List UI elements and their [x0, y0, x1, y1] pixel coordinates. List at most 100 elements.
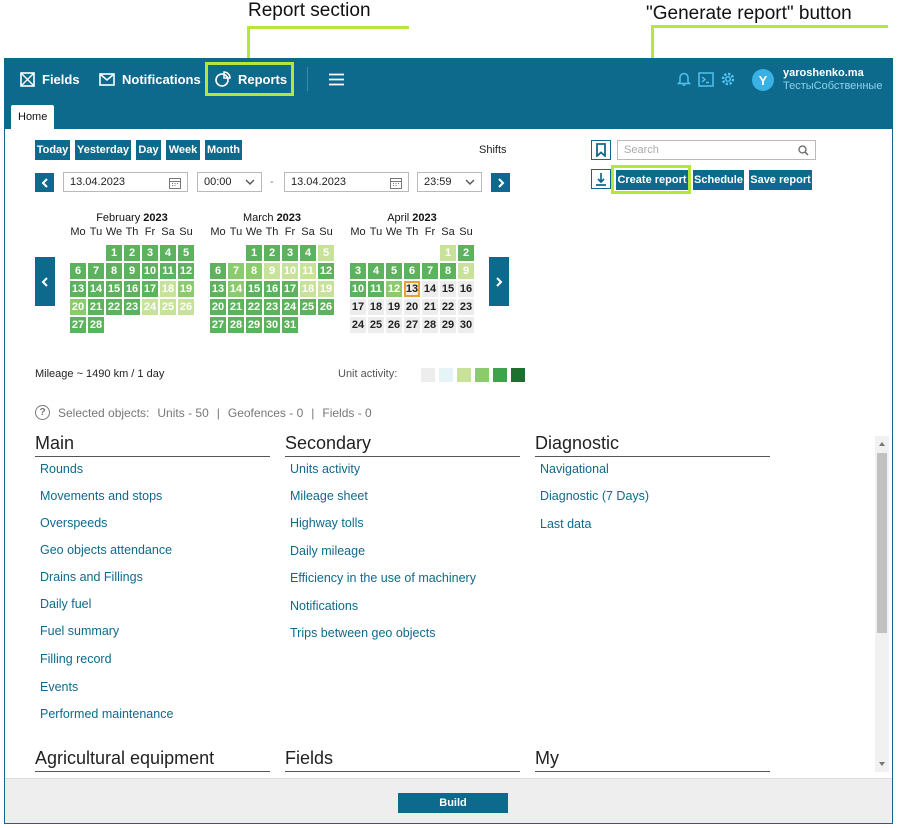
scroll-thumb[interactable]	[877, 453, 887, 633]
day-button[interactable]: Day	[136, 140, 161, 160]
report-link[interactable]: Daily mileage	[290, 544, 365, 558]
calendar-day[interactable]: 4	[300, 245, 316, 261]
report-link[interactable]: Performed maintenance	[40, 707, 173, 721]
calendar-day[interactable]: 30	[264, 317, 280, 333]
calendar-day[interactable]: 28	[228, 317, 244, 333]
report-link[interactable]: Events	[40, 680, 78, 694]
report-link[interactable]: Geo objects attendance	[40, 543, 172, 557]
calendar-day[interactable]: 12	[386, 281, 402, 297]
calendar-day[interactable]: 26	[178, 299, 194, 315]
calendar-day[interactable]: 3	[282, 245, 298, 261]
calendar-day[interactable]: 16	[264, 281, 280, 297]
calendar-day[interactable]: 16	[124, 281, 140, 297]
month-button[interactable]: Month	[205, 140, 242, 160]
calendar-day[interactable]: 4	[160, 245, 176, 261]
report-link[interactable]: Last data	[540, 517, 591, 531]
tab-home[interactable]: Home	[11, 105, 55, 129]
calendar-day[interactable]: 20	[404, 299, 420, 315]
calendar-day[interactable]: 22	[246, 299, 262, 315]
calendar-day[interactable]: 10	[350, 281, 366, 297]
calendar-day[interactable]: 31	[282, 317, 298, 333]
selected-units[interactable]: Units - 50	[157, 406, 208, 420]
report-link[interactable]: Units activity	[290, 462, 360, 476]
week-button[interactable]: Week	[166, 140, 200, 160]
report-link[interactable]: Daily fuel	[40, 597, 91, 611]
calendar-day[interactable]: 18	[300, 281, 316, 297]
calendar-day[interactable]: 8	[440, 263, 456, 279]
report-link[interactable]: Efficiency in the use of machinery	[290, 571, 476, 585]
calendar-day[interactable]: 17	[350, 299, 366, 315]
calendar-day[interactable]: 24	[350, 317, 366, 333]
calendar-day[interactable]: 19	[318, 281, 334, 297]
calendar-day[interactable]: 27	[210, 317, 226, 333]
calendar-day[interactable]: 7	[88, 263, 104, 279]
calendar-day[interactable]: 9	[264, 263, 280, 279]
calendar-day[interactable]: 11	[300, 263, 316, 279]
calendar-day[interactable]: 4	[368, 263, 384, 279]
calendar-day[interactable]: 21	[228, 299, 244, 315]
calendar-day[interactable]: 29	[440, 317, 456, 333]
calendar-day[interactable]: 30	[458, 317, 474, 333]
help-icon[interactable]: ?	[35, 405, 50, 420]
calendar-day[interactable]: 14	[88, 281, 104, 297]
calendar-day[interactable]: 8	[106, 263, 122, 279]
calendar-day[interactable]: 5	[318, 245, 334, 261]
calendar-day[interactable]: 14	[422, 281, 438, 297]
calendar-day[interactable]: 24	[282, 299, 298, 315]
shifts-link[interactable]: Shifts	[479, 144, 507, 156]
calendar-day[interactable]: 8	[246, 263, 262, 279]
calendar-day[interactable]: 13	[404, 281, 420, 297]
calendar-day[interactable]: 27	[70, 317, 86, 333]
report-link[interactable]: Notifications	[290, 599, 358, 613]
calendar-day[interactable]: 18	[160, 281, 176, 297]
calendar-day[interactable]: 20	[210, 299, 226, 315]
report-link[interactable]: Drains and Fillings	[40, 570, 143, 584]
today-button[interactable]: Today	[35, 140, 70, 160]
selected-geofences[interactable]: Geofences - 0	[228, 406, 303, 420]
calendar-day[interactable]: 18	[368, 299, 384, 315]
calendar-day[interactable]: 1	[106, 245, 122, 261]
yesterday-button[interactable]: Yesterday	[75, 140, 131, 160]
scrollbar[interactable]	[875, 436, 889, 772]
calendar-day[interactable]: 23	[124, 299, 140, 315]
calendar-day[interactable]: 9	[458, 263, 474, 279]
download-button[interactable]	[591, 169, 611, 189]
calendar-day[interactable]: 2	[458, 245, 474, 261]
report-link[interactable]: Navigational	[540, 462, 609, 476]
calendar-day[interactable]: 12	[178, 263, 194, 279]
build-button[interactable]: Build	[398, 793, 508, 813]
calendar-day[interactable]: 28	[88, 317, 104, 333]
report-link[interactable]: Movements and stops	[40, 489, 162, 503]
calendar-day[interactable]: 15	[440, 281, 456, 297]
calendar-day[interactable]: 12	[318, 263, 334, 279]
search-field[interactable]: Search	[617, 140, 816, 160]
calendar-day[interactable]: 25	[160, 299, 176, 315]
calendar-day[interactable]: 13	[70, 281, 86, 297]
report-link[interactable]: Filling record	[40, 652, 112, 666]
prev-period-button[interactable]	[35, 173, 54, 192]
calendar-day[interactable]: 26	[386, 317, 402, 333]
to-date-field[interactable]: 13.04.2023	[284, 172, 409, 192]
report-link[interactable]: Diagnostic (7 Days)	[540, 489, 649, 503]
calendar-day[interactable]: 7	[422, 263, 438, 279]
calendar-day[interactable]: 19	[178, 281, 194, 297]
calendar-day[interactable]: 17	[282, 281, 298, 297]
notifications-bell-button[interactable]	[677, 59, 698, 99]
bookmark-button[interactable]	[591, 140, 611, 160]
calendar-day[interactable]: 25	[300, 299, 316, 315]
selected-fields[interactable]: Fields - 0	[322, 406, 371, 420]
console-button[interactable]	[698, 59, 721, 99]
user-name[interactable]: yaroshenko.ma	[783, 67, 864, 79]
report-link[interactable]: Rounds	[40, 462, 83, 476]
to-time-select[interactable]: 23:59	[417, 172, 482, 192]
calendar-day[interactable]: 22	[440, 299, 456, 315]
calendar-day[interactable]: 11	[160, 263, 176, 279]
calendar-day[interactable]: 24	[142, 299, 158, 315]
calendar-day[interactable]: 22	[106, 299, 122, 315]
calendar-day[interactable]: 29	[246, 317, 262, 333]
calendar-day[interactable]: 10	[142, 263, 158, 279]
nav-fields[interactable]: Fields	[20, 59, 80, 99]
calendar-day[interactable]: 5	[178, 245, 194, 261]
report-link[interactable]: Mileage sheet	[290, 489, 368, 503]
calendar-day[interactable]: 23	[264, 299, 280, 315]
